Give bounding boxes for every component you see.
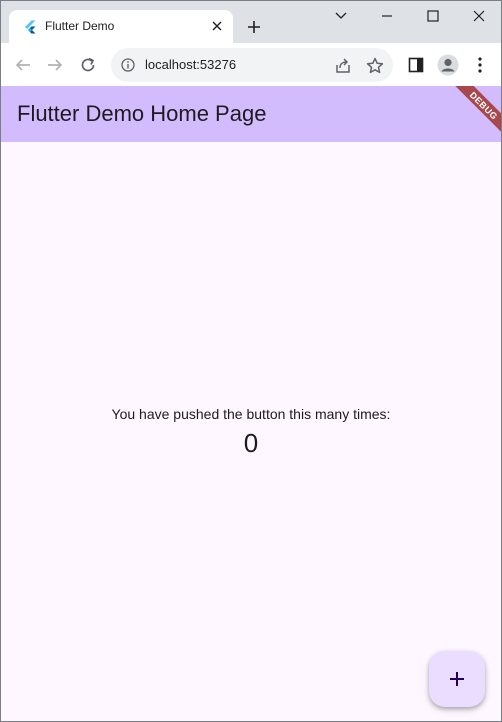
browser-menu-button[interactable] bbox=[468, 53, 492, 77]
tab-flutter-demo[interactable]: Flutter Demo bbox=[9, 10, 233, 43]
tab-title: Flutter Demo bbox=[45, 19, 115, 33]
browser-toolbar: localhost:53276 bbox=[1, 43, 501, 87]
avatar-icon bbox=[437, 54, 459, 76]
counter-value: 0 bbox=[243, 428, 259, 458]
maximize-icon bbox=[427, 10, 439, 22]
arrow-left-icon bbox=[15, 59, 30, 71]
close-window-button[interactable] bbox=[467, 5, 491, 27]
browser-window: Flutter Demo localhost:53276 Flutter Dem… bbox=[0, 0, 502, 722]
plus-icon bbox=[450, 672, 464, 686]
close-icon bbox=[473, 10, 485, 22]
tab-search-button[interactable] bbox=[329, 5, 353, 27]
reload-icon bbox=[81, 57, 95, 72]
share-icon[interactable] bbox=[333, 56, 353, 76]
side-panel-button[interactable] bbox=[404, 53, 428, 77]
page-title: Flutter Demo Home Page bbox=[17, 101, 267, 126]
info-icon[interactable] bbox=[121, 58, 135, 72]
minimize-icon bbox=[382, 15, 392, 17]
side-panel-icon bbox=[408, 57, 424, 73]
counter-message: You have pushed the button this many tim… bbox=[111, 406, 391, 422]
new-tab-button[interactable] bbox=[243, 16, 265, 38]
forward-button[interactable] bbox=[43, 53, 67, 77]
arrow-right-icon bbox=[48, 59, 63, 71]
address-text[interactable]: localhost:53276 bbox=[145, 57, 236, 72]
flutter-logo-icon bbox=[25, 20, 36, 34]
maximize-button[interactable] bbox=[421, 5, 445, 27]
kebab-menu-icon bbox=[478, 57, 482, 73]
app-body: You have pushed the button this many tim… bbox=[1, 142, 501, 721]
back-button[interactable] bbox=[11, 53, 35, 77]
tab-strip: Flutter Demo bbox=[1, 1, 501, 43]
chevron-down-icon bbox=[335, 12, 347, 19]
app-bar: Flutter Demo Home Page bbox=[1, 86, 501, 142]
plus-icon bbox=[248, 21, 260, 33]
minimize-button[interactable] bbox=[375, 5, 399, 27]
increment-button[interactable] bbox=[429, 651, 485, 707]
tab-close-button[interactable] bbox=[209, 18, 225, 34]
profile-button[interactable] bbox=[436, 53, 460, 77]
reload-button[interactable] bbox=[76, 53, 100, 77]
address-bar[interactable]: localhost:53276 bbox=[111, 48, 393, 82]
star-icon[interactable] bbox=[365, 56, 385, 76]
close-icon bbox=[212, 21, 222, 31]
